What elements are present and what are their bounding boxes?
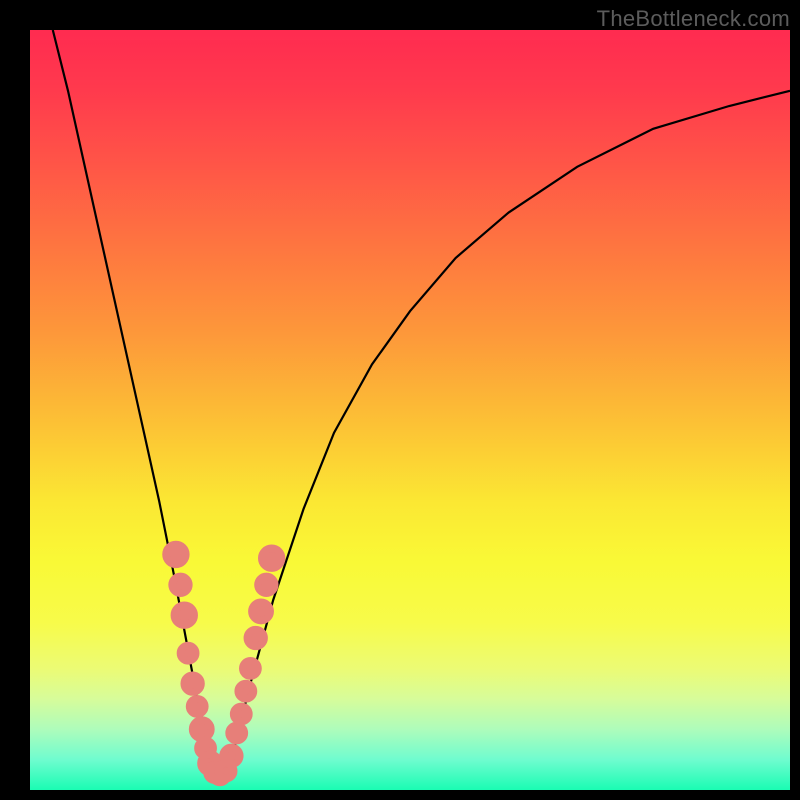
chart-frame: TheBottleneck.com [0,0,800,800]
watermark-text: TheBottleneck.com [597,6,790,32]
curve-marker [229,725,244,740]
curve-marker [180,646,195,661]
curve-marker [234,706,249,721]
curve-marker [166,545,186,565]
bottleneck-curve [53,30,790,775]
curve-marker [172,576,189,593]
curve-marker [174,605,194,625]
curve-layer [30,30,790,790]
curve-marker [252,602,270,620]
curve-marker [193,720,211,738]
curve-marker [258,576,275,593]
curve-marker [190,699,205,714]
curve-marker [262,548,282,568]
curve-marker [243,661,258,676]
curve-marker [238,684,253,699]
marker-group [166,545,282,783]
curve-marker [223,747,240,764]
curve-marker [184,675,201,692]
curve-marker [247,630,264,647]
